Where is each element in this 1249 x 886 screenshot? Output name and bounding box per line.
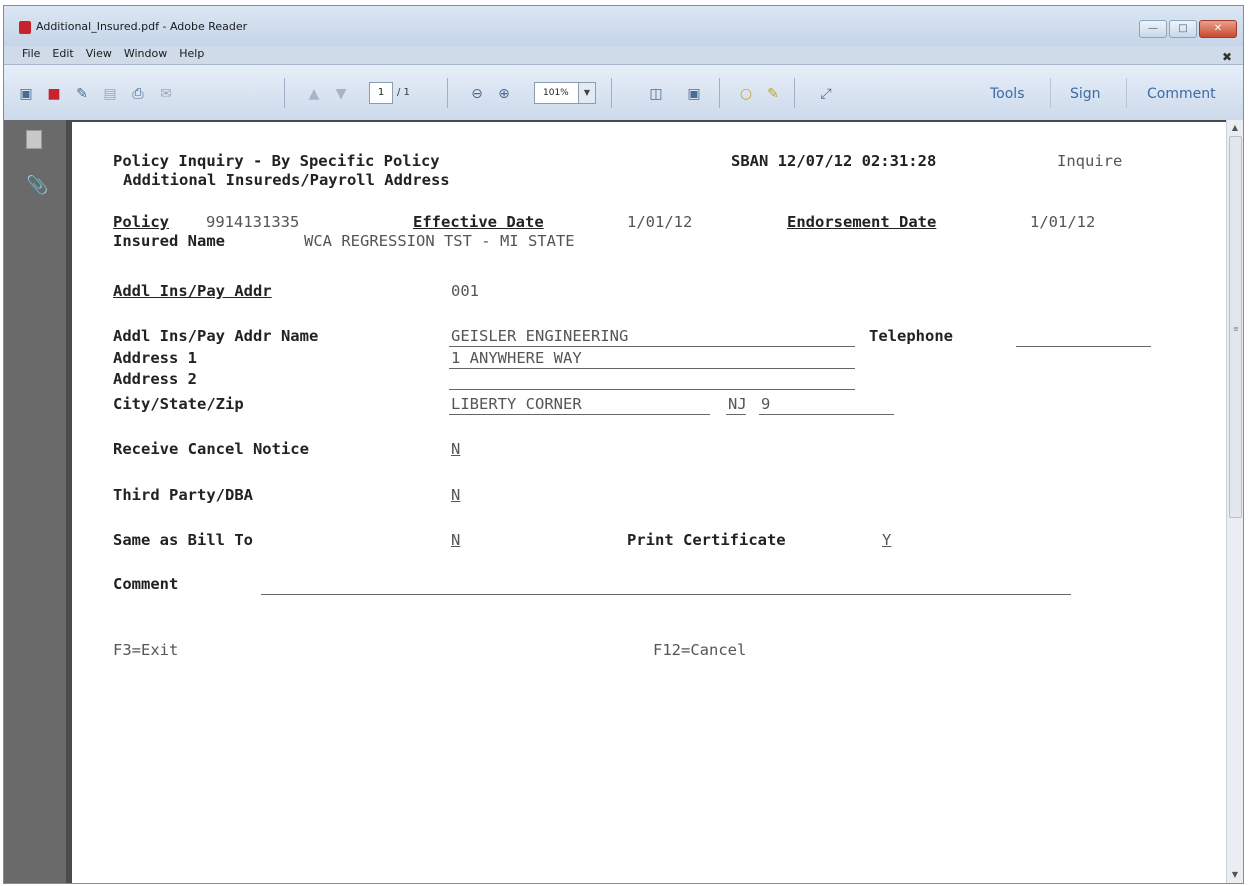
state-field[interactable]: NJ	[728, 395, 747, 413]
addl-name-underline	[449, 346, 855, 347]
toolbar-separator	[794, 78, 795, 108]
cancel-notice-field[interactable]: N	[451, 440, 460, 458]
menu-window[interactable]: Window	[124, 47, 167, 60]
effective-date-value: 1/01/12	[627, 213, 693, 231]
comment-tab[interactable]: Comment	[1147, 86, 1216, 102]
toolbar-separator	[1126, 78, 1127, 108]
toolbar-separator	[284, 78, 285, 108]
close-button[interactable]: ✕	[1199, 20, 1237, 38]
menu-help[interactable]: Help	[179, 47, 204, 60]
comment-field[interactable]	[261, 594, 1071, 595]
menu-bar: File Edit View Window Help	[22, 47, 204, 60]
tools-tab[interactable]: Tools	[990, 86, 1025, 102]
next-page-icon[interactable]: ▼	[331, 84, 351, 104]
form-subtitle: Additional Insureds/Payroll Address	[123, 171, 450, 189]
addl-name-field[interactable]: GEISLER ENGINEERING	[451, 327, 628, 345]
scroll-down-icon[interactable]: ▼	[1227, 867, 1243, 883]
minimize-button[interactable]: —	[1139, 20, 1167, 38]
toolbar-separator	[447, 78, 448, 108]
fit-page-icon[interactable]: ◫	[646, 84, 666, 104]
policy-label: Policy	[113, 213, 169, 231]
session-info: SBAN 12/07/12 02:31:28	[731, 152, 937, 170]
export-pdf-icon[interactable]: ■	[44, 84, 64, 104]
address1-underline	[449, 368, 855, 369]
window-controls: — □ ✕	[1139, 20, 1237, 38]
toolbar-separator	[1050, 78, 1051, 108]
print-certificate-label: Print Certificate	[627, 531, 786, 549]
zip-field[interactable]: 9	[761, 395, 770, 413]
addl-ins-label: Addl Ins/Pay Addr	[113, 282, 272, 300]
endorsement-date-value: 1/01/12	[1030, 213, 1096, 231]
print-icon[interactable]: ⎙	[128, 84, 148, 104]
state-underline	[726, 414, 746, 415]
address1-label: Address 1	[113, 349, 197, 367]
reader-window: Additional_Insured.pdf - Adobe Reader — …	[3, 5, 1244, 884]
attachments-icon[interactable]: 📎	[26, 175, 48, 196]
addl-name-label: Addl Ins/Pay Addr Name	[113, 327, 319, 345]
edit-document-icon[interactable]: ✎	[72, 84, 92, 104]
page-thumbnails-icon[interactable]	[26, 130, 42, 149]
toolbar-separator	[611, 78, 612, 108]
vertical-scrollbar[interactable]: ▲ ≡ ▼	[1226, 120, 1243, 883]
address2-underline	[449, 389, 855, 390]
page-total: / 1	[397, 87, 410, 98]
chevron-down-icon[interactable]: ▼	[578, 83, 595, 103]
save-icon[interactable]: ▤	[100, 84, 120, 104]
maximize-button[interactable]: □	[1169, 20, 1197, 38]
close-document-icon[interactable]: ✖	[1222, 50, 1232, 64]
create-pdf-icon[interactable]: ▣	[16, 84, 36, 104]
same-as-bill-field[interactable]: N	[451, 531, 460, 549]
fit-width-icon[interactable]: ▣	[684, 84, 704, 104]
f12-cancel-key: F12=Cancel	[653, 641, 747, 659]
scrollbar-thumb[interactable]: ≡	[1229, 136, 1242, 518]
insured-name-label: Insured Name	[113, 232, 225, 250]
print-certificate-field[interactable]: Y	[882, 531, 891, 549]
insured-name-value: WCA REGRESSION TST - MI STATE	[304, 232, 575, 250]
endorsement-date-label: Endorsement Date	[787, 213, 937, 231]
highlight-icon[interactable]: ✎	[763, 84, 783, 104]
form-title: Policy Inquiry - By Specific Policy	[113, 152, 440, 170]
toolbar-separator	[719, 78, 720, 108]
menu-view[interactable]: View	[86, 47, 112, 60]
f3-exit-key: F3=Exit	[113, 641, 179, 659]
zoom-in-icon[interactable]: ⊕	[494, 84, 514, 104]
document-viewer: Policy Inquiry - By Specific Policy Addi…	[66, 120, 1227, 883]
city-underline	[449, 414, 710, 415]
sign-tab[interactable]: Sign	[1070, 86, 1101, 102]
grip-icon: ≡	[1233, 325, 1239, 333]
email-icon[interactable]: ✉	[156, 84, 176, 104]
page-number-input[interactable]: 1	[369, 82, 393, 104]
toolbar: ▣ ■ ✎ ▤ ⎙ ✉ ▲ ▼ 1 / 1 ⊖ ⊕ 101% ▼ ◫ ▣ ○ ✎…	[4, 64, 1243, 121]
address1-field[interactable]: 1 ANYWHERE WAY	[451, 349, 582, 367]
telephone-label: Telephone	[869, 327, 953, 345]
zoom-select[interactable]: 101% ▼	[534, 82, 596, 104]
comment-bubble-icon[interactable]: ○	[736, 84, 756, 104]
same-as-bill-label: Same as Bill To	[113, 531, 253, 549]
navigation-pane: 📎	[4, 120, 67, 883]
zoom-value: 101%	[543, 88, 569, 98]
window-title: Additional_Insured.pdf - Adobe Reader	[36, 20, 248, 33]
effective-date-label: Effective Date	[413, 213, 544, 231]
pdf-page: Policy Inquiry - By Specific Policy Addi…	[72, 122, 1227, 883]
mode-label: Inquire	[1057, 152, 1123, 170]
pdf-icon	[19, 21, 31, 34]
telephone-underline	[1016, 346, 1151, 347]
expand-icon[interactable]: ⤢	[816, 84, 836, 104]
third-party-label: Third Party/DBA	[113, 486, 253, 504]
policy-value: 9914131335	[206, 213, 300, 231]
comment-label: Comment	[113, 575, 179, 593]
scroll-up-icon[interactable]: ▲	[1227, 120, 1243, 136]
cancel-notice-label: Receive Cancel Notice	[113, 440, 309, 458]
address2-label: Address 2	[113, 370, 197, 388]
addl-ins-value: 001	[451, 282, 479, 300]
title-bar: Additional_Insured.pdf - Adobe Reader — …	[4, 6, 1243, 46]
third-party-field[interactable]: N	[451, 486, 460, 504]
city-field[interactable]: LIBERTY CORNER	[451, 395, 582, 413]
previous-page-icon[interactable]: ▲	[304, 84, 324, 104]
city-state-zip-label: City/State/Zip	[113, 395, 244, 413]
zip-underline	[759, 414, 894, 415]
menu-edit[interactable]: Edit	[52, 47, 73, 60]
menu-file[interactable]: File	[22, 47, 40, 60]
zoom-out-icon[interactable]: ⊖	[467, 84, 487, 104]
